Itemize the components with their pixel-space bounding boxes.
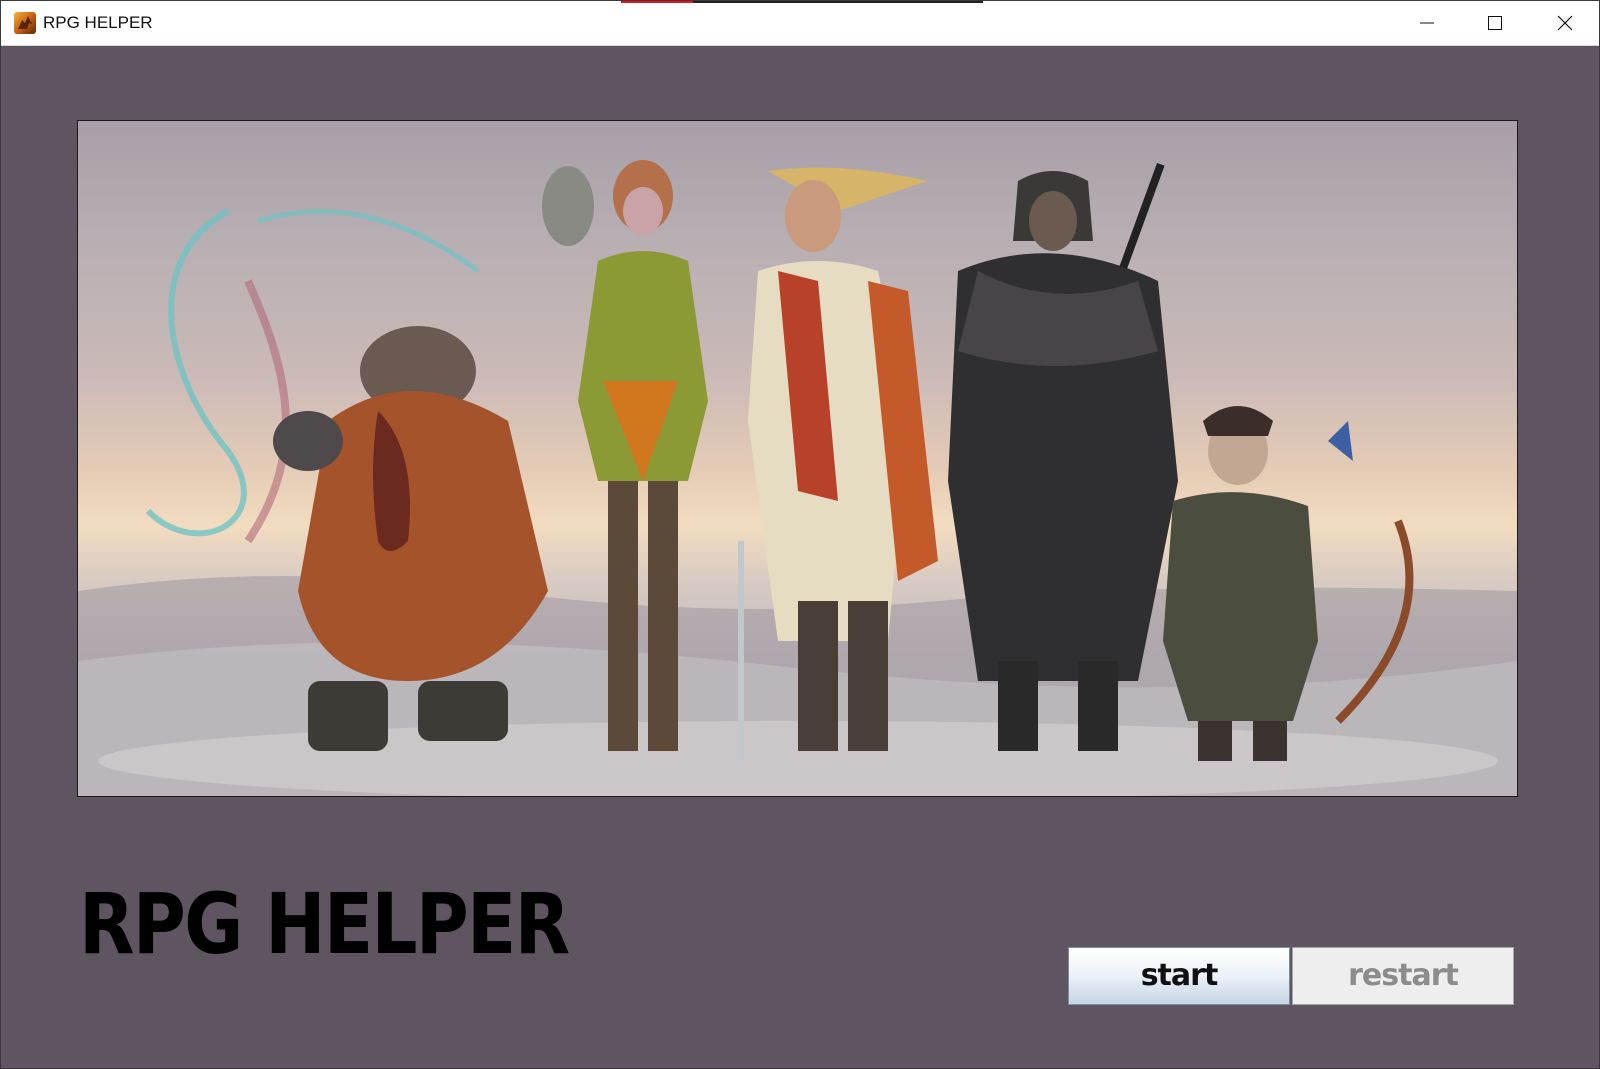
- dragon-app-icon: [14, 12, 36, 34]
- hero-image: [77, 120, 1518, 797]
- start-button[interactable]: start: [1068, 947, 1290, 1005]
- minimize-button[interactable]: [1393, 1, 1461, 45]
- close-button[interactable]: [1531, 1, 1599, 45]
- titlebar-accent-dark: [693, 1, 983, 3]
- minimize-icon: [1420, 22, 1434, 24]
- restart-button[interactable]: restart: [1292, 947, 1514, 1005]
- window-title: RPG HELPER: [43, 13, 153, 32]
- title-bar[interactable]: RPG HELPER: [1, 1, 1599, 46]
- app-title: RPG HELPER: [79, 875, 570, 973]
- maximize-button[interactable]: [1461, 1, 1529, 45]
- app-window: RPG HELPER RPG HELPER start restart: [0, 0, 1600, 1069]
- titlebar-accent: [621, 1, 693, 3]
- close-icon: [1557, 15, 1573, 31]
- maximize-icon: [1488, 16, 1502, 30]
